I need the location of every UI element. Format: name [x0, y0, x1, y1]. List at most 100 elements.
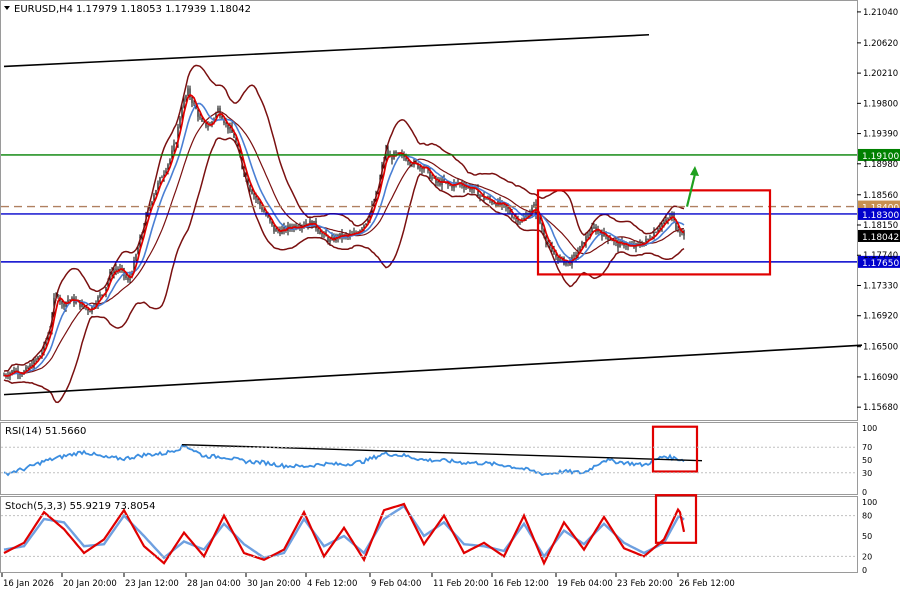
ohlc-readout: 1.17979 1.18053 1.17939 1.18042: [76, 4, 251, 15]
candle-body: [555, 254, 557, 257]
candle-body: [161, 177, 163, 179]
candle-body: [679, 231, 681, 233]
price-tick-label: 1.19390: [863, 130, 898, 140]
candle-body: [57, 295, 59, 297]
time-tick-label: 16 Jan 2026: [3, 579, 54, 589]
candle-body: [115, 268, 117, 271]
candle-body: [317, 228, 319, 232]
price-tick-label: 1.21040: [863, 8, 898, 18]
rsi-tick-label: 70: [862, 443, 872, 452]
stoch-tick-label: 0: [862, 566, 867, 575]
candle-body: [207, 126, 209, 127]
candle-body: [193, 102, 195, 104]
candle-body: [519, 221, 521, 223]
candle-body: [513, 217, 515, 219]
price-tick-label: 1.20210: [863, 69, 898, 79]
candle-body: [321, 233, 323, 235]
candle-body: [35, 359, 37, 361]
candle-body: [173, 143, 175, 151]
candle-body: [395, 151, 397, 154]
time-tick-label: 4 Feb 12:00: [307, 579, 357, 589]
candle-body: [663, 221, 665, 224]
time-tick-label: 26 Feb 12:00: [679, 579, 735, 589]
candle-body: [391, 157, 393, 160]
time-tick-label: 28 Jan 04:00: [187, 579, 241, 589]
candle-body: [329, 239, 331, 242]
candle-body: [101, 294, 103, 296]
stoch-tick-label: 20: [862, 552, 872, 561]
candle-body: [275, 228, 277, 232]
time-tick-label: 23 Jan 12:00: [125, 579, 179, 589]
time-tick-label: 20 Jan 20:00: [63, 579, 117, 589]
candle-body: [263, 210, 265, 213]
stoch-tick-label: 80: [862, 512, 872, 521]
price-tick-label: 1.16090: [863, 373, 898, 383]
candle-body: [419, 166, 421, 169]
time-tick-label: 30 Jan 20:00: [247, 579, 301, 589]
candle-body: [179, 118, 181, 127]
price-panel-frame: [0, 0, 858, 421]
candle-body: [159, 177, 161, 183]
current-price-label: 1.18042: [862, 233, 899, 243]
candle-body: [471, 188, 473, 190]
candle-body: [253, 194, 255, 196]
time-tick-label: 23 Feb 20:00: [617, 579, 673, 589]
price-tick-label: 1.15680: [863, 403, 898, 413]
candle-body: [225, 122, 227, 124]
stoch-tick-label: 100: [862, 498, 877, 507]
price-tick-label: 1.18980: [863, 160, 898, 170]
level-badge-label: 1.18300: [862, 211, 899, 221]
mt4-chart[interactable]: 1.191001.184001.183001.176501.210401.206…: [0, 0, 900, 594]
stoch-tick-label: 50: [862, 532, 872, 541]
rsi-tick-label: 50: [862, 456, 872, 465]
candle-body: [183, 98, 185, 108]
time-tick-label: 11 Feb 20:00: [433, 579, 489, 589]
rsi-title: RSI(14) 51.5660: [5, 426, 86, 437]
candle-body: [365, 223, 367, 225]
price-tick-label: 1.18560: [863, 191, 898, 201]
candle-body: [63, 303, 65, 307]
candle-body: [127, 277, 129, 281]
price-tick-label: 1.16920: [863, 312, 898, 322]
price-tick-label: 1.19800: [863, 99, 898, 109]
price-tick-label: 1.17330: [863, 281, 898, 291]
price-tick-label: 1.17740: [863, 251, 898, 261]
rsi-tick-label: 30: [862, 469, 872, 478]
candle-body: [175, 142, 177, 144]
time-tick-label: 19 Feb 04:00: [557, 579, 613, 589]
candle-body: [319, 231, 321, 235]
candle-body: [553, 250, 555, 255]
candle-body: [187, 88, 189, 96]
candle-body: [479, 195, 481, 197]
candle-body: [89, 310, 91, 313]
candle-body: [185, 95, 187, 99]
rsi-tick-label: 0: [862, 488, 867, 497]
candle-body: [11, 370, 13, 373]
time-tick-label: 16 Feb 12:00: [493, 579, 549, 589]
candle-body: [625, 245, 627, 247]
candle-body: [431, 177, 433, 179]
candle-body: [61, 301, 63, 304]
candle-body: [251, 190, 253, 195]
candle-body: [27, 367, 29, 369]
candle-body: [199, 116, 201, 118]
candle-body: [593, 227, 595, 228]
price-axis: 1.191001.184001.183001.176501.210401.206…: [857, 8, 900, 575]
candle-body: [407, 160, 409, 162]
candle-body: [647, 238, 649, 240]
candle-body: [485, 198, 487, 200]
stoch-title: Stoch(5,3,3) 55.9219 73.8054: [5, 501, 156, 512]
rsi-tick-label: 100: [862, 424, 877, 433]
price-tick-label: 1.16500: [863, 343, 898, 353]
candle-body: [249, 185, 251, 191]
candle-body: [573, 254, 575, 257]
time-axis: 16 Jan 2026 20 Jan 20:00 23 Jan 12:00 28 Ja…: [1, 573, 735, 589]
candle-body: [125, 275, 127, 278]
candle-body: [67, 299, 69, 302]
price-tick-label: 1.20620: [863, 39, 898, 49]
time-tick-label: 9 Feb 04:00: [371, 579, 421, 589]
candle-body: [587, 235, 589, 237]
candle-body: [191, 97, 193, 103]
price-tick-label: 1.18150: [863, 221, 898, 231]
symbol-label: EURUSD,H4: [14, 4, 73, 15]
